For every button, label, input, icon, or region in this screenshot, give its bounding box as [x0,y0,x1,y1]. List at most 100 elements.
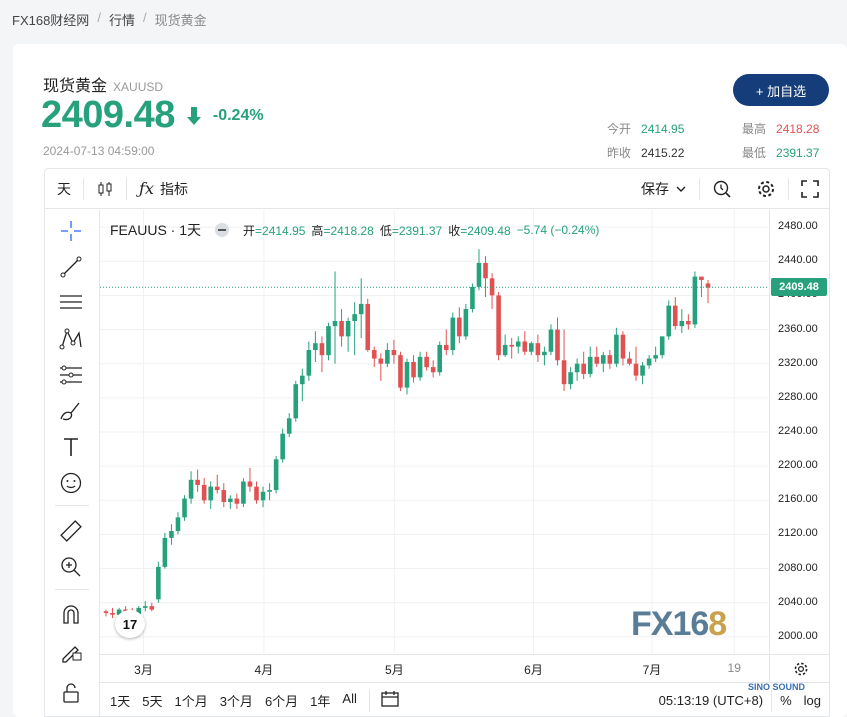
candle [535,334,541,362]
candle-body [666,305,672,337]
draw-lock-icon[interactable] [58,638,84,664]
candle [705,280,711,304]
drawing-toolbar [45,210,100,716]
y-tick-label: 2080.00 [778,561,818,574]
breadcrumb-home[interactable]: FX168财经网 [12,10,89,29]
emoji-icon[interactable] [58,470,84,496]
range-button[interactable]: All [336,691,362,710]
candle [672,297,678,330]
candle-body [404,361,410,388]
candle-body [542,351,547,356]
chart-toolbar: 天 ƒx 指标 保存 [45,169,829,209]
candle [509,338,514,359]
chart-type-button[interactable] [84,169,126,209]
x-tick-label: 7月 [642,663,662,677]
percent-toggle[interactable]: % [780,693,792,708]
x-tick-label: 4月 [254,663,274,677]
interval-button[interactable]: 天 [45,169,83,209]
indicators-button[interactable]: ƒx 指标 [127,169,200,209]
range-button[interactable]: 1年 [304,691,336,710]
trend-line-icon[interactable] [58,254,84,280]
bottom-toolbar: 1天 5天 1个月 3个月 6个月 1年 All 05:13:19 (UTC+8) % lo… [100,682,829,716]
candlestick-chart[interactable] [100,210,769,654]
page-title: 现货黄金 [43,78,108,95]
range-button[interactable]: 6个月 [259,691,304,710]
fullscreen-button[interactable] [789,169,829,209]
fib-levels-icon[interactable] [58,290,84,316]
chart-widget: 天 ƒx 指标 保存 FEAUUS · 1天 开=2414.95 高=2418.… [44,168,830,717]
candle [228,495,233,509]
candle [502,334,508,357]
save-button[interactable]: 保存 [629,169,699,209]
text-tool-icon[interactable] [58,434,84,460]
candle [601,351,606,373]
candle [313,331,318,362]
clock-timezone[interactable]: 05:13:19 (UTC+8) [659,693,763,708]
candle [424,351,429,371]
candle [411,355,416,383]
axis-settings-button[interactable] [769,654,829,682]
tradingview-logo-text: 17 [122,616,138,632]
candle-body [208,486,213,501]
y-tick-label: 2240.00 [778,425,818,437]
candle-body [156,566,161,600]
legend-low-label: 低 [379,223,392,238]
corner-watermark: SINO SOUND [748,682,806,692]
range-button[interactable]: 3个月 [214,691,259,710]
watermark-fx: FX16 [631,605,709,643]
y-tick-label: 2000.00 [778,629,818,642]
candle-body [548,329,554,352]
magnet-icon[interactable] [58,602,84,628]
range-button[interactable]: 5天 [136,691,168,710]
collapse-legend-button[interactable] [215,223,230,237]
stat-prev-close: 昨收 2415.22 [607,144,684,161]
candle-body [529,343,534,352]
candle [300,368,305,402]
candle [646,355,652,369]
pattern-icon[interactable] [58,326,84,352]
candle [581,351,586,380]
brush-icon[interactable] [58,398,84,424]
time-axis[interactable]: 3月 4月 5月 6月 7月 19 [100,654,769,682]
settings-button[interactable] [744,169,788,209]
candle-body [306,350,312,376]
candle [587,346,593,378]
candle [620,331,626,366]
candle-body [653,355,658,359]
candle-body [411,361,416,378]
y-tick-label: 2040.00 [778,595,818,608]
candle-body [103,611,109,614]
candle-body [365,303,371,351]
ruler-icon[interactable] [58,518,84,544]
projection-icon[interactable] [58,362,84,388]
price-axis[interactable]: 2480.002440.002400.002360.002320.002280.… [769,210,829,654]
crosshair-icon[interactable] [58,218,84,244]
legend-open-label: 开 [243,223,256,238]
breadcrumb-separator: / [97,10,101,25]
candle [156,561,161,603]
breadcrumb-market[interactable]: 行情 [109,10,135,29]
candle-body [522,341,528,352]
fx168-watermark: FX168 [631,605,727,644]
candle [555,317,560,366]
quick-search-button[interactable] [700,169,744,209]
log-toggle[interactable]: log [804,693,821,708]
candle-body [195,479,200,485]
candle-body [286,418,292,434]
candle [306,341,312,381]
add-watchlist-button[interactable]: + 加自选 [733,74,829,106]
toolbar-separator [55,505,89,506]
y-tick-label: 2120.00 [778,527,818,540]
lock-icon[interactable] [58,680,84,706]
candle-body [509,344,514,347]
tradingview-logo[interactable]: 17 [115,610,145,638]
date-range-button[interactable] [376,690,404,711]
range-button[interactable]: 1个月 [168,691,213,710]
candle-body [443,344,449,351]
candle [529,341,534,356]
zoom-in-icon[interactable] [58,554,84,580]
candle [666,300,672,340]
range-button[interactable]: 1天 [104,691,136,710]
candle [686,314,691,330]
candle-body [247,481,253,487]
